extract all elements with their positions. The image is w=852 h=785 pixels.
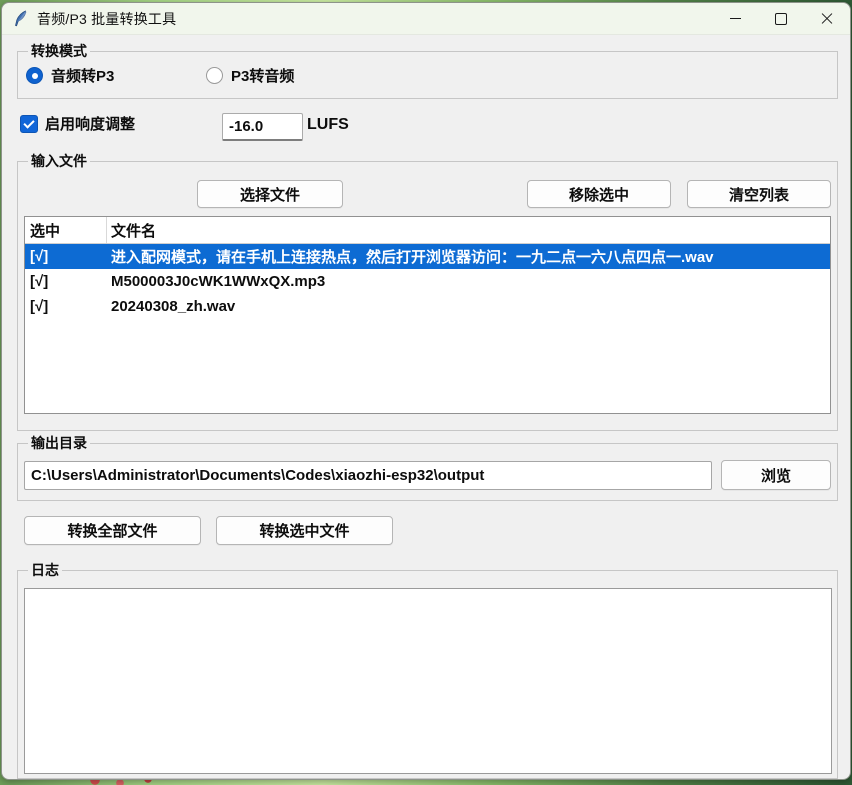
header-filename-column[interactable]: 文件名 bbox=[107, 220, 830, 241]
radio-selected-icon bbox=[26, 67, 43, 84]
python-feather-icon bbox=[13, 10, 28, 28]
log-group-label: 日志 bbox=[28, 561, 62, 579]
file-row-2[interactable]: [√] M500003J0cWK1WWxQX.mp3 bbox=[25, 269, 830, 294]
output-dir-group-label: 输出目录 bbox=[28, 434, 90, 452]
header-checked-column[interactable]: 选中 bbox=[25, 217, 107, 243]
maximize-icon bbox=[775, 13, 787, 25]
radio-audio-to-p3-label: 音频转P3 bbox=[51, 65, 114, 86]
close-button[interactable] bbox=[804, 3, 850, 34]
window-controls bbox=[712, 3, 850, 34]
title-bar: 音频/P3 批量转换工具 bbox=[2, 3, 850, 35]
input-files-group-label: 输入文件 bbox=[28, 152, 90, 170]
log-textarea[interactable] bbox=[24, 588, 832, 774]
radio-audio-to-p3[interactable]: 音频转P3 bbox=[26, 65, 114, 86]
app-window: 音频/P3 批量转换工具 转换模式 音频转P3 P3转音频 启用响度调整 bbox=[1, 2, 851, 780]
clear-list-button[interactable]: 清空列表 bbox=[687, 180, 831, 208]
file-row-2-filename: M500003J0cWK1WWxQX.mp3 bbox=[107, 273, 830, 290]
window-title: 音频/P3 批量转换工具 bbox=[37, 9, 176, 29]
checkbox-checked-icon bbox=[20, 115, 38, 133]
close-icon bbox=[821, 13, 833, 25]
lufs-value-input[interactable] bbox=[222, 113, 303, 141]
output-dir-groupbox: 输出目录 浏览 bbox=[17, 443, 838, 501]
output-path-input[interactable] bbox=[24, 461, 712, 490]
lufs-unit-label: LUFS bbox=[307, 116, 349, 134]
convert-selected-button[interactable]: 转换选中文件 bbox=[216, 516, 393, 545]
radio-p3-to-audio[interactable]: P3转音频 bbox=[206, 65, 294, 86]
loudness-checkbox-label: 启用响度调整 bbox=[45, 113, 135, 134]
select-files-button[interactable]: 选择文件 bbox=[197, 180, 343, 208]
minimize-icon bbox=[730, 18, 741, 19]
file-row-3-checkmark: [√] bbox=[25, 298, 107, 315]
browse-button[interactable]: 浏览 bbox=[721, 460, 831, 490]
loudness-checkbox[interactable]: 启用响度调整 bbox=[20, 113, 135, 134]
file-row-1-checkmark: [√] bbox=[25, 248, 107, 265]
convert-all-button[interactable]: 转换全部文件 bbox=[24, 516, 201, 545]
mode-groupbox: 转换模式 音频转P3 P3转音频 bbox=[17, 51, 838, 99]
radio-p3-to-audio-label: P3转音频 bbox=[231, 65, 294, 86]
minimize-button[interactable] bbox=[712, 3, 758, 34]
maximize-button[interactable] bbox=[758, 3, 804, 34]
mode-group-label: 转换模式 bbox=[28, 42, 90, 60]
log-groupbox: 日志 bbox=[17, 570, 838, 779]
file-row-1-filename: 进入配网模式，请在手机上连接热点，然后打开浏览器访问：一九二点一六八点四点一.w… bbox=[107, 246, 830, 267]
input-files-groupbox: 输入文件 选择文件 移除选中 清空列表 选中 文件名 [√] 进入配网模式，请在… bbox=[17, 161, 838, 431]
file-row-2-checkmark: [√] bbox=[25, 273, 107, 290]
radio-unselected-icon bbox=[206, 67, 223, 84]
file-row-1[interactable]: [√] 进入配网模式，请在手机上连接热点，然后打开浏览器访问：一九二点一六八点四… bbox=[25, 244, 830, 269]
file-table-header: 选中 文件名 bbox=[25, 217, 830, 244]
file-row-3[interactable]: [√] 20240308_zh.wav bbox=[25, 294, 830, 319]
file-list-table: 选中 文件名 [√] 进入配网模式，请在手机上连接热点，然后打开浏览器访问：一九… bbox=[24, 216, 831, 414]
file-row-3-filename: 20240308_zh.wav bbox=[107, 298, 830, 315]
remove-selected-button[interactable]: 移除选中 bbox=[527, 180, 671, 208]
